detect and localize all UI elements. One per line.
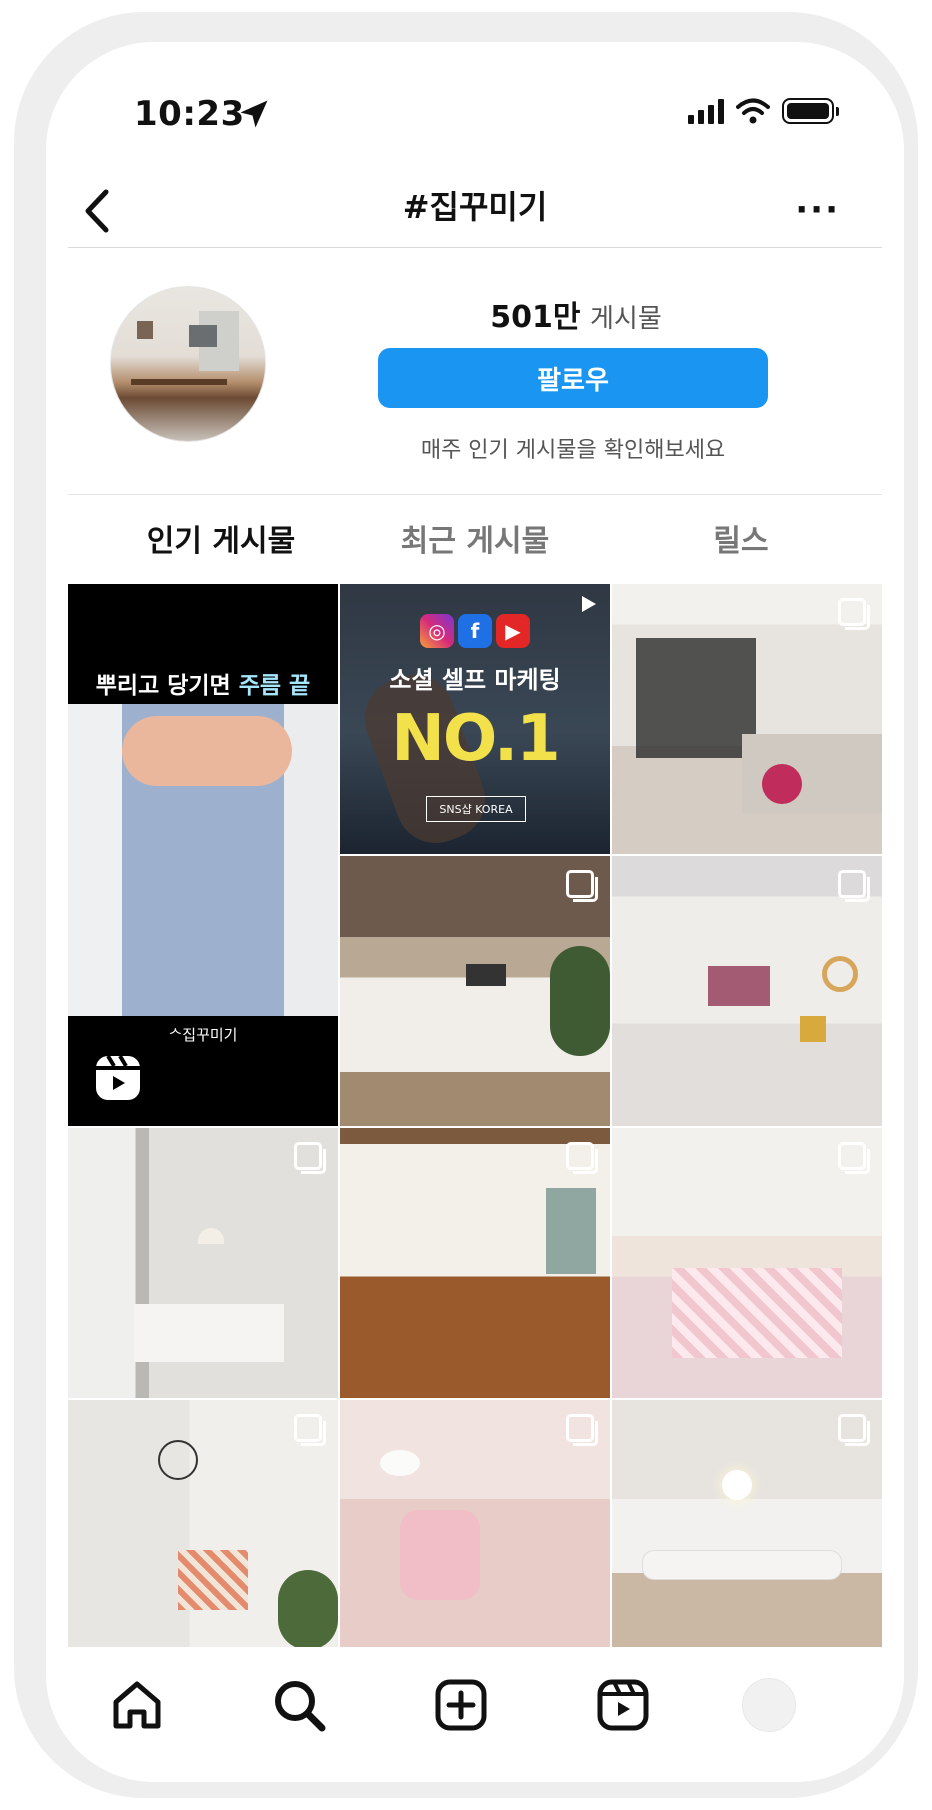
home-icon[interactable] xyxy=(108,1676,166,1734)
ad-headline: 소셜 셀프 마케팅 xyxy=(389,666,561,694)
follow-button[interactable]: 팔로우 xyxy=(378,348,768,408)
carousel-icon xyxy=(838,870,870,902)
ad-badge: SNS샵 KOREA xyxy=(426,796,526,822)
grid-post[interactable] xyxy=(612,584,882,854)
create-icon[interactable] xyxy=(432,1676,490,1734)
grid-post[interactable] xyxy=(612,1400,882,1647)
reel-caption: 뿌리고 당기면 주름 끝 xyxy=(68,666,338,700)
more-icon[interactable]: ··· xyxy=(795,190,840,230)
grid-post[interactable] xyxy=(612,1128,882,1398)
video-icon xyxy=(582,596,596,612)
post-image-detail xyxy=(122,716,292,786)
ad-big-text: NO.1 xyxy=(391,702,560,776)
tab-top-posts[interactable]: 인기 게시물 xyxy=(86,516,356,560)
social-logos: ◎ f ▶ xyxy=(340,614,610,648)
grid-post-ad[interactable]: ◎ f ▶ 소셜 셀프 마케팅 NO.1 SNS샵 KOREA xyxy=(340,584,610,854)
carousel-icon xyxy=(566,870,598,902)
header-divider xyxy=(68,247,882,248)
reels-icon xyxy=(96,1054,140,1100)
instagram-icon: ◎ xyxy=(420,614,454,648)
status-icons xyxy=(688,98,839,124)
carousel-icon xyxy=(566,1142,598,1174)
grid-post[interactable] xyxy=(340,856,610,1126)
post-count-label: 게시물 xyxy=(590,304,662,334)
search-icon[interactable] xyxy=(270,1676,328,1734)
location-arrow-icon xyxy=(240,100,268,128)
grid-post-reel[interactable]: 뿌리고 당기면 주름 끝 ᄉ집꾸미기 xyxy=(68,584,338,1126)
carousel-icon xyxy=(294,1142,326,1174)
youtube-icon: ▶ xyxy=(496,614,530,648)
tab-recent-posts[interactable]: 최근 게시물 xyxy=(340,516,610,560)
screen: 10:23 #집꾸미기 ··· 501만 게시물 팔로우 매주 인기 게시물을 … xyxy=(46,42,904,1782)
carousel-icon xyxy=(838,1142,870,1174)
reel-tag: ᄉ집꾸미기 xyxy=(168,1026,238,1044)
carousel-icon xyxy=(838,1414,870,1446)
reel-caption-plain: 뿌리고 당기면 xyxy=(95,673,239,699)
battery-icon xyxy=(782,98,839,124)
grid-post[interactable] xyxy=(68,1128,338,1398)
grid-post[interactable] xyxy=(340,1128,610,1398)
carousel-icon xyxy=(566,1414,598,1446)
signal-icon xyxy=(688,98,724,124)
tab-reels[interactable]: 릴스 xyxy=(606,516,876,560)
grid-post[interactable] xyxy=(612,856,882,1126)
post-count: 501만 게시물 xyxy=(386,292,766,336)
reel-caption-highlight: 주름 끝 xyxy=(238,673,311,699)
post-count-value: 501만 xyxy=(490,300,581,335)
wifi-icon xyxy=(736,98,770,124)
reels-icon[interactable] xyxy=(594,1676,652,1734)
follow-subtext: 매주 인기 게시물을 확인해보세요 xyxy=(420,438,726,463)
grid-post[interactable] xyxy=(68,1400,338,1647)
carousel-icon xyxy=(294,1414,326,1446)
status-time: 10:23 xyxy=(134,94,245,134)
profile-divider xyxy=(68,494,882,495)
facebook-icon: f xyxy=(458,614,492,648)
bottom-nav xyxy=(46,1648,904,1782)
post-grid: 뿌리고 당기면 주름 끝 ᄉ집꾸미기 ◎ f ▶ 소셜 셀프 마케팅 NO.1 … xyxy=(68,584,882,1647)
hashtag-avatar xyxy=(110,286,266,442)
profile-avatar[interactable] xyxy=(742,1678,796,1732)
grid-post[interactable] xyxy=(340,1400,610,1647)
carousel-icon xyxy=(838,598,870,630)
page-title: #집꾸미기 xyxy=(402,188,548,226)
